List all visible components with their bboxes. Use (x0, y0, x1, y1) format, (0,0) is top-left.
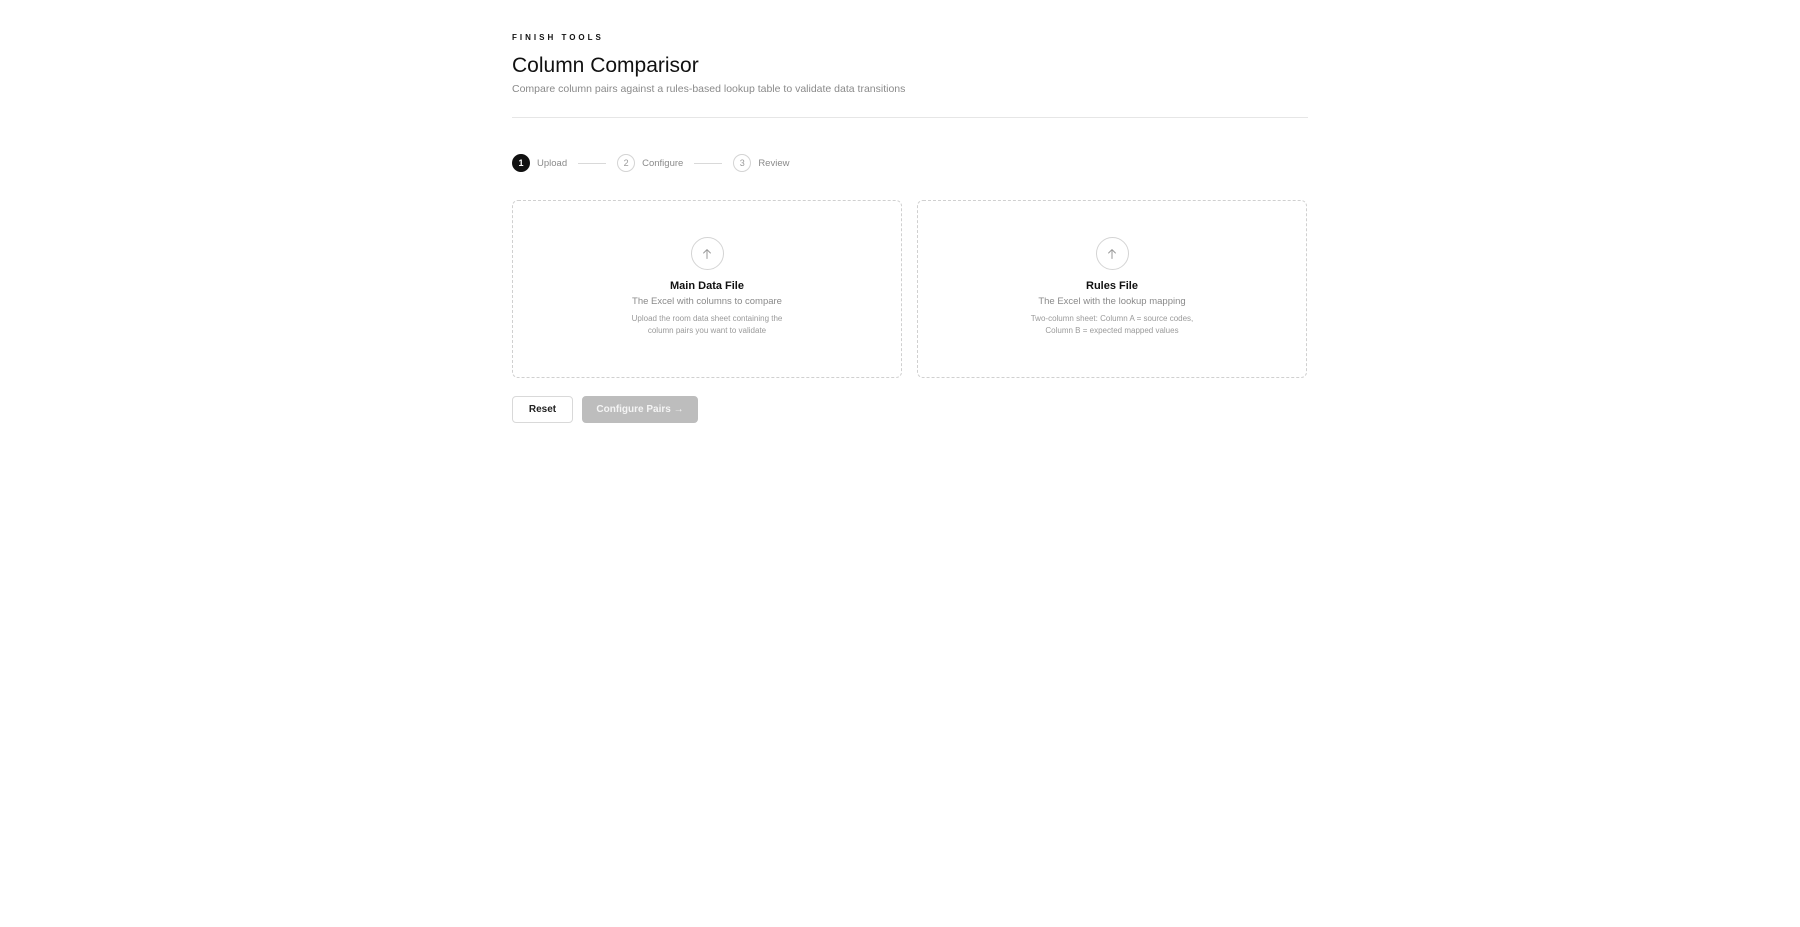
card-help-line: Upload the room data sheet containing th… (631, 314, 783, 323)
step-connector (694, 162, 723, 164)
step-connector (578, 162, 607, 164)
step-upload: 1 Upload (512, 154, 567, 172)
card-description: The Excel with columns to compare (632, 296, 782, 307)
card-help-text: Two-column sheet: Column A = source code… (1031, 313, 1194, 337)
page-title: Column Comparisor (512, 54, 699, 77)
step-label: Configure (642, 157, 684, 169)
card-description: The Excel with the lookup mapping (1038, 296, 1186, 307)
step-configure: 2 Configure (617, 154, 683, 172)
card-help-line: Two-column sheet: Column A = source code… (1030, 314, 1194, 323)
page-subtitle: Compare column pairs against a rules-bas… (512, 83, 906, 95)
upload-arrow-icon (1095, 237, 1129, 270)
card-title: Rules File (1086, 280, 1138, 292)
upload-arrow-icon (690, 237, 724, 270)
rules-file-dropzone[interactable]: Rules File The Excel with the lookup map… (917, 200, 1307, 378)
step-review: 3 Review (733, 154, 789, 172)
stepper: 1 Upload 2 Configure 3 Review (512, 153, 789, 173)
eyebrow-label: FINISH TOOLS (512, 33, 604, 42)
reset-button[interactable]: Reset (512, 396, 573, 423)
action-bar: Reset Configure Pairs → (512, 396, 698, 423)
step-number: 3 (733, 154, 752, 172)
upload-cards: Main Data File The Excel with columns to… (512, 200, 1308, 378)
card-title: Main Data File (670, 280, 744, 292)
step-number: 2 (617, 154, 636, 172)
step-label: Upload (537, 157, 568, 169)
card-help-text: Upload the room data sheet containing th… (632, 313, 783, 337)
card-help-line: Column B = expected mapped values (1045, 326, 1179, 335)
configure-pairs-button[interactable]: Configure Pairs → (582, 396, 698, 423)
main-data-file-dropzone[interactable]: Main Data File The Excel with columns to… (512, 200, 902, 378)
step-label: Review (758, 157, 790, 169)
step-number: 1 (512, 154, 530, 172)
card-help-line: column pairs you want to validate (647, 326, 767, 335)
header-divider (512, 117, 1308, 118)
